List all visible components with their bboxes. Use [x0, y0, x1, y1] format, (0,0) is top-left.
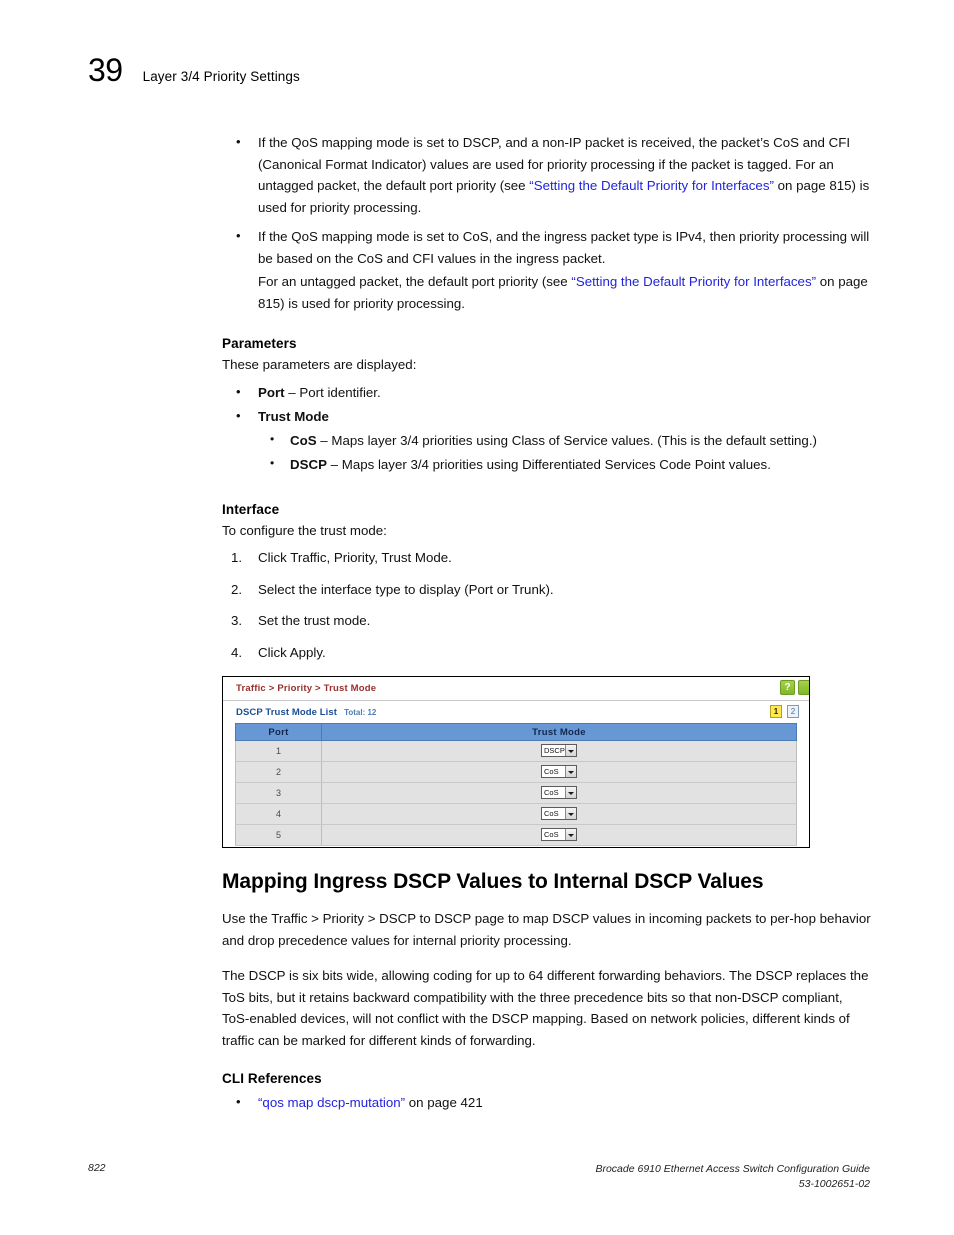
list-item: CoS – Maps layer 3/4 priorities using Cl… [258, 429, 872, 452]
cross-reference-link[interactable]: “Setting the Default Priority for Interf… [529, 178, 774, 193]
cell-port: 1 [235, 740, 322, 762]
table-header-row: Port Trust Mode [235, 723, 797, 741]
figure-screenshot-trust-mode: Traffic > Priority > Trust Mode ? DSCP T… [222, 676, 810, 848]
cell-trust-mode: DSCP [321, 740, 797, 762]
cli-references-heading: CLI References [222, 1071, 322, 1086]
page-footer: 822 Brocade 6910 Ethernet Access Switch … [88, 1162, 870, 1192]
table-row: 4 CoS [235, 803, 797, 825]
cell-port: 3 [235, 782, 322, 804]
trust-mode-select-value: CoS [544, 809, 559, 819]
trust-mode-select-value: CoS [544, 830, 559, 840]
param-desc: – Maps layer 3/4 priorities using Differ… [326, 457, 771, 472]
cli-references-list: “qos map dscp-mutation” on page 421 [222, 1091, 872, 1114]
param-desc: – Maps layer 3/4 priorities using Class … [316, 432, 817, 448]
total-count-label: Total: 12 [344, 707, 377, 717]
cell-trust-mode: CoS [321, 824, 797, 846]
column-header-port: Port [235, 723, 322, 741]
list-header: DSCP Trust Mode List Total: 12 1 2 [223, 701, 809, 723]
list-item: Port – Port identifier. [222, 381, 872, 404]
chevron-down-icon[interactable] [565, 745, 576, 757]
cell-trust-mode: CoS [321, 803, 797, 825]
parameters-intro: These parameters are displayed: [222, 357, 417, 372]
app-topbar: Traffic > Priority > Trust Mode ? [223, 677, 809, 701]
list-title: DSCP Trust Mode List [236, 706, 338, 718]
trust-mode-select[interactable]: CoS [541, 765, 577, 779]
list-item: DSCP – Maps layer 3/4 priorities using D… [258, 453, 872, 476]
trust-mode-select-value: CoS [544, 767, 559, 777]
list-item: If the QoS mapping mode is set to CoS, a… [222, 225, 872, 314]
trust-mode-select-value: CoS [544, 788, 559, 798]
footer-page-number: 822 [88, 1162, 106, 1174]
table-row: 2 CoS [235, 761, 797, 783]
list-item: Set the trust mode. [231, 610, 371, 631]
param-term: CoS [290, 432, 317, 448]
cell-port: 5 [235, 824, 322, 846]
param-term: Trust Mode [258, 409, 329, 424]
trust-mode-select[interactable]: CoS [541, 786, 577, 800]
pagination: 1 2 [770, 705, 799, 718]
breadcrumb: Traffic > Priority > Trust Mode [236, 683, 377, 694]
main-content: If the QoS mapping mode is set to DSCP, … [222, 131, 872, 696]
follow-text-part1: For an untagged packet, the default port… [258, 274, 572, 289]
chevron-down-icon[interactable] [565, 787, 576, 799]
chevron-down-icon[interactable] [565, 829, 576, 841]
param-term: DSCP [290, 457, 327, 472]
trust-mode-select[interactable]: CoS [541, 828, 577, 842]
cell-trust-mode: CoS [321, 782, 797, 804]
bullet-text-part1: If the QoS mapping mode is set to CoS, a… [258, 229, 870, 266]
cli-reference-suffix: on page 421 [405, 1095, 483, 1110]
param-desc: – Port identifier. [284, 384, 381, 400]
mapping-paragraph-2: The DSCP is six bits wide, allowing codi… [222, 968, 869, 1048]
cli-reference-link[interactable]: “qos map dscp-mutation” [258, 1095, 405, 1110]
mapping-paragraph-1: Use the Traffic > Priority > DSCP to DSC… [222, 911, 871, 948]
page-button-1[interactable]: 1 [770, 705, 782, 718]
list-item: Select the interface type to display (Po… [231, 579, 554, 600]
topbar-icon-group: ? [780, 680, 809, 695]
footer-document-info: Brocade 6910 Ethernet Access Switch Conf… [595, 1162, 870, 1192]
cell-port: 4 [235, 803, 322, 825]
trust-mode-select-value: DSCP [544, 746, 565, 756]
list-item: “qos map dscp-mutation” on page 421 [222, 1091, 872, 1114]
cell-port: 2 [235, 761, 322, 783]
footer-doc-number: 53-1002651-02 [798, 1178, 870, 1190]
trust-mode-sub-list: CoS – Maps layer 3/4 priorities using Cl… [258, 429, 872, 476]
list-item: If the QoS mapping mode is set to DSCP, … [222, 131, 872, 218]
interface-intro: To configure the trust mode: [222, 522, 387, 538]
list-item: Trust Mode CoS – Maps layer 3/4 prioriti… [222, 405, 872, 476]
list-item: Click Traffic, Priority, Trust Mode. [231, 547, 452, 568]
intro-bullet-list: If the QoS mapping mode is set to DSCP, … [222, 131, 872, 314]
chevron-down-icon[interactable] [565, 808, 576, 820]
chapter-title: Layer 3/4 Priority Settings [142, 69, 300, 84]
cross-reference-link[interactable]: “Setting the Default Priority for Interf… [571, 274, 816, 289]
param-term: Port [258, 384, 285, 400]
table-row: 3 CoS [235, 782, 797, 804]
mapping-section: Mapping Ingress DSCP Values to Internal … [222, 870, 872, 1117]
footer-guide-title: Brocade 6910 Ethernet Access Switch Conf… [595, 1163, 870, 1175]
secondary-tool-icon[interactable] [798, 680, 809, 695]
parameters-heading: Parameters [222, 336, 297, 351]
question-mark-icon[interactable]: ? [780, 680, 795, 695]
page-title: Mapping Ingress DSCP Values to Internal … [222, 870, 764, 893]
page-running-head: 39 Layer 3/4 Priority Settings [88, 54, 300, 86]
trust-mode-select[interactable]: DSCP [541, 744, 577, 758]
app-window: Traffic > Priority > Trust Mode ? DSCP T… [223, 677, 809, 847]
table-row: 1 DSCP [235, 740, 797, 762]
parameters-list: Port – Port identifier. Trust Mode CoS –… [222, 381, 872, 476]
table-row: 5 CoS [235, 824, 797, 846]
chevron-down-icon[interactable] [565, 766, 576, 778]
interface-heading: Interface [222, 501, 280, 517]
list-item: Click Apply. [231, 642, 326, 663]
dscp-trust-mode-table: Port Trust Mode 1 DSCP 2 CoS 3 CoS 4 CoS… [235, 723, 797, 846]
column-header-trust-mode: Trust Mode [321, 723, 797, 741]
interface-steps-list: Click Traffic, Priority, Trust Mode. Sel… [222, 547, 872, 663]
chapter-number: 39 [88, 52, 123, 88]
bullet-follow-paragraph: For an untagged packet, the default port… [258, 271, 872, 314]
trust-mode-select[interactable]: CoS [541, 807, 577, 821]
cell-trust-mode: CoS [321, 761, 797, 783]
page-button-2[interactable]: 2 [787, 705, 799, 718]
